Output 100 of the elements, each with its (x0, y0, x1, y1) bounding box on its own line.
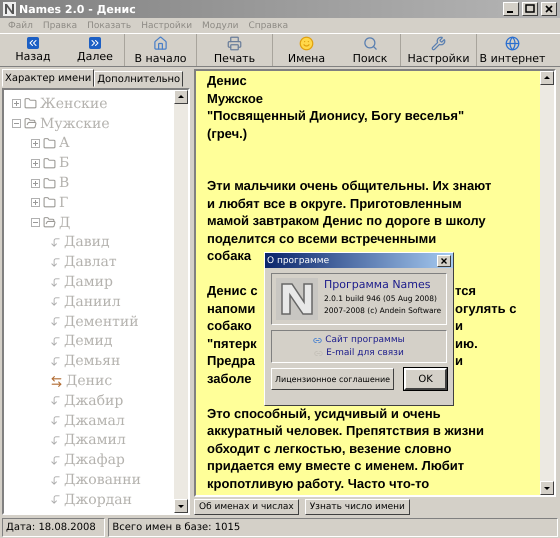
article-line: Эти мальчики очень общительны. Их знают (207, 178, 492, 194)
article-line: обходит с легкостью, везение словно (207, 440, 452, 456)
tree-item[interactable]: Джованни (64, 472, 141, 488)
article-line: мамой завтраком Денис по дороге в школу (207, 213, 486, 228)
tab[interactable]: Дополнительно (94, 71, 184, 87)
article-line: заболе (207, 370, 252, 386)
toolbar-button[interactable]: Далее (66, 34, 124, 66)
window-title: Names 2.0 - Денис (19, 2, 137, 16)
action-button[interactable]: Узнать число имени (304, 499, 410, 515)
folder-icon (43, 176, 56, 190)
tree-item[interactable]: Б (59, 155, 70, 172)
back-icon (27, 37, 39, 49)
app-logo-icon (3, 2, 16, 16)
close-icon[interactable] (541, 2, 557, 16)
article-line: собако (207, 318, 253, 334)
article-line: аккуратный человек. Препятствия в жизни (207, 423, 484, 438)
tree-item[interactable]: Давлат (64, 254, 117, 270)
tree-item[interactable]: Мужские (40, 116, 110, 132)
expander-icon[interactable] (31, 138, 40, 148)
article-line: и (455, 353, 463, 368)
minimize-icon[interactable] (503, 2, 519, 16)
wrench-icon (431, 36, 446, 50)
tree-item[interactable]: Женские (40, 96, 108, 112)
forward-icon (89, 37, 101, 49)
status-text: Всего имен в базе: 1015 (108, 518, 558, 537)
article-line: и любят все в округе. Приготовленным (207, 196, 462, 211)
close-icon[interactable] (437, 254, 451, 266)
logo-drawing (276, 278, 318, 320)
toolbar-button[interactable]: В начало (124, 34, 196, 66)
scroll-up-icon[interactable] (540, 71, 554, 85)
article-line: и (455, 318, 463, 334)
tree-item[interactable]: Джамил (64, 432, 126, 448)
scrollbar[interactable] (540, 71, 554, 495)
expander-icon[interactable] (12, 99, 21, 108)
tree-item[interactable]: Дамир (64, 274, 113, 290)
maximize-icon[interactable] (522, 2, 538, 16)
tree-item[interactable]: Дементий (64, 314, 139, 330)
article-line: придается ему вместе с именем. Любит (207, 458, 464, 474)
article-line: Это способный, усидчивый и очень (207, 406, 441, 421)
article-line: ию. (455, 336, 478, 351)
article-line: Денис с (207, 283, 259, 298)
tree-item[interactable]: Демид (64, 333, 113, 350)
folder-icon (43, 156, 56, 170)
tree-item[interactable]: Джамал (64, 412, 125, 429)
tree-item[interactable]: Даниил (64, 294, 121, 310)
tree-item[interactable]: Д (59, 214, 70, 231)
printer-icon (227, 36, 242, 50)
expander-icon[interactable] (31, 178, 40, 188)
tree-item[interactable]: Денис (66, 373, 112, 390)
scroll-up-icon[interactable] (174, 90, 188, 104)
expander-icon[interactable] (31, 158, 40, 168)
folder-icon (24, 97, 37, 110)
article-line: "Посвященный Дионису, Богу веселья" (207, 108, 464, 124)
scrollbar[interactable] (174, 90, 188, 513)
folder-icon (43, 216, 56, 230)
toolbar-button[interactable]: Печать (196, 34, 272, 66)
article-line: Мужское (207, 90, 263, 106)
folder-icon (43, 136, 56, 150)
tree-item[interactable]: Джордан (64, 492, 132, 508)
scroll-down-icon[interactable] (540, 481, 554, 495)
tree-item[interactable]: Джафар (64, 452, 125, 468)
article-line: Предра (207, 353, 256, 368)
article-line: (греч.) (207, 126, 248, 141)
tree-item[interactable]: Джабир (64, 392, 124, 409)
article-line: собака (207, 248, 252, 264)
expander-icon[interactable] (31, 218, 40, 228)
folder-icon (24, 117, 37, 130)
search-icon (362, 36, 378, 50)
article-line: напоми (207, 300, 256, 316)
article-line: кропотливую работу. Часто что-то (207, 476, 430, 491)
toolbar-button[interactable]: Настройки (400, 34, 476, 66)
status-text: Дата: 18.08.2008 (2, 518, 106, 537)
link[interactable]: E-mail для связи (314, 348, 404, 358)
toolbar-button[interactable]: Поиск (340, 34, 400, 66)
action-button[interactable]: Об именах и числах (194, 499, 299, 515)
toolbar-button[interactable]: Имена (272, 34, 340, 66)
globe-icon (505, 36, 520, 50)
tree-item[interactable]: В (59, 175, 70, 192)
tab[interactable]: Характер имени (2, 69, 94, 87)
product-name: Программа Names (324, 278, 432, 291)
folder-icon (43, 196, 56, 210)
scroll-down-icon[interactable] (174, 499, 188, 513)
article-line: Денис (207, 73, 247, 88)
toolbar-button[interactable]: В интернет (476, 34, 548, 66)
home-icon (153, 36, 168, 50)
toolbar-button[interactable]: Назад (0, 34, 66, 66)
article-line: поделится со всеми встреченными (207, 230, 436, 246)
expander-icon[interactable] (12, 119, 21, 128)
dialog-button[interactable]: Лицензионное соглашение (271, 368, 394, 390)
tree-item[interactable]: А (59, 135, 70, 152)
tree-item[interactable]: Демьян (64, 353, 120, 370)
link[interactable]: Сайт программы (313, 335, 405, 345)
article-line: "пятерк (207, 336, 258, 351)
article-line: огулять с (455, 300, 516, 316)
dialog-title: О программе (267, 256, 330, 266)
expander-icon[interactable] (31, 198, 40, 208)
tree-item[interactable]: Давид (64, 234, 110, 250)
tree-item[interactable]: Г (59, 194, 68, 211)
smiley-icon (299, 36, 314, 50)
dialog-button[interactable]: OK (404, 368, 447, 390)
